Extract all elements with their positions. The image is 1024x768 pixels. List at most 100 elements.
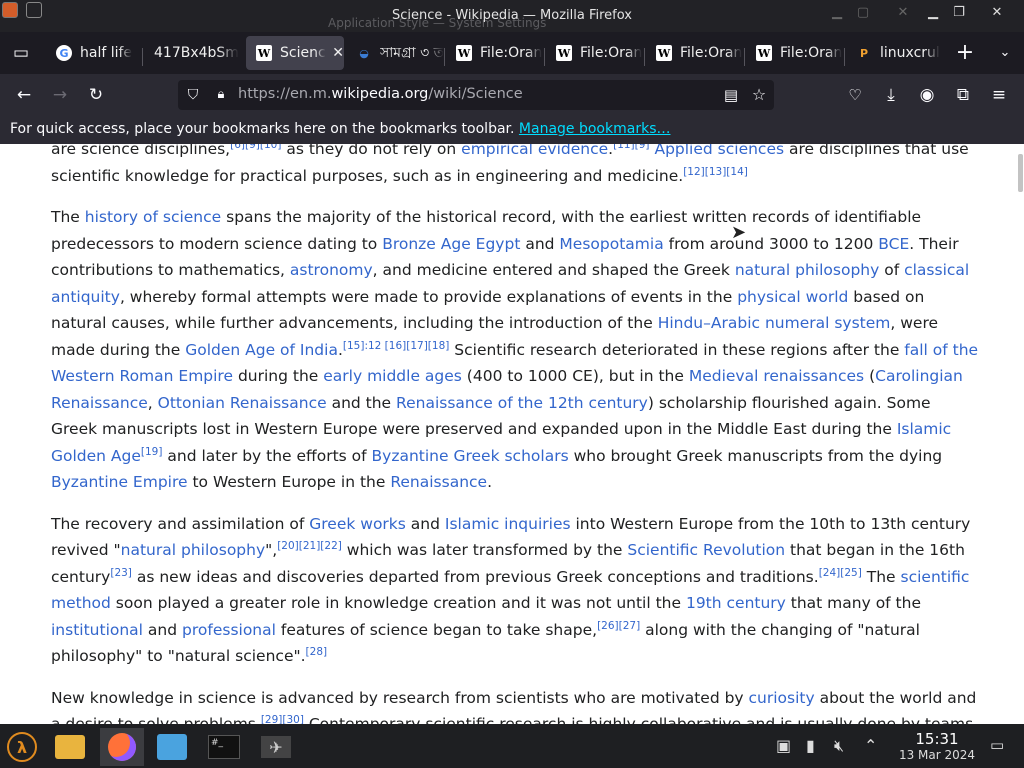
list-all-tabs-icon[interactable]: ⌄ [990,38,1020,68]
article-link[interactable]: empirical evidence [461,144,608,158]
citation-link[interactable]: [26][27] [597,619,640,631]
shield-icon[interactable]: ⛉ [178,80,208,110]
maximize-button[interactable]: ❐ [948,3,970,23]
paragraph-1: are science disciplines,[6][9][10] as th… [51,144,981,189]
terminal-icon[interactable]: #_ [202,728,246,766]
article-link[interactable]: institutional [51,621,143,639]
back-button[interactable]: ← [9,80,39,110]
tab-5[interactable]: W File:Oran [546,36,644,70]
citation-link[interactable]: [6][9][10] [230,144,281,151]
citation-link[interactable]: [20][21][22] [277,540,342,552]
article-link[interactable]: professional [182,621,276,639]
tab-6[interactable]: W File:Oran [646,36,744,70]
tab-8[interactable]: Plinuxcrul [846,36,944,70]
article-link[interactable]: history of science [85,208,221,226]
tray-expand-icon[interactable]: ⌃ [864,736,877,755]
minimize-button[interactable]: ▁ [922,3,944,23]
reader-view-icon[interactable]: ▤ [716,80,746,110]
bg-close-icon: ✕ [897,5,909,20]
citation-link[interactable]: [29][30] [261,714,304,724]
article-text: that many of the [785,594,921,612]
pocket-icon[interactable]: ♡ [840,80,870,110]
battery-icon[interactable]: ▮ [806,736,815,755]
half-life-icon[interactable]: λ [0,728,44,766]
close-tab-icon[interactable]: ✕ [332,45,344,61]
reload-button[interactable]: ↻ [81,80,111,110]
tab-3[interactable]: ◒ সামগ্রা ৩ ত [346,36,444,70]
article-link[interactable]: astronomy [290,261,373,279]
firefox-view-icon[interactable]: ▭ [6,38,36,68]
citation-link[interactable]: [11][9] [613,144,649,151]
bg-maximize-icon: ▢ [856,5,870,20]
article-link[interactable]: Renaissance of the 12th century [396,394,648,412]
page-content[interactable]: are science disciplines,[6][9][10] as th… [0,144,1024,724]
article-link[interactable]: Greek works [309,515,406,533]
lock-icon[interactable]: 🔒︎ [206,80,236,110]
citation-link[interactable]: [19] [141,445,163,457]
article-text: who brought Greek manuscripts from the d… [568,446,943,465]
article-link[interactable]: physical world [737,288,848,306]
tab-2[interactable]: W Science ✕ [246,36,344,70]
new-tab-button[interactable]: + [950,38,980,68]
article-link[interactable]: 19th century [686,594,786,612]
clipboard-icon[interactable]: ▣ [776,736,791,755]
article-text: as they do not rely on [281,144,462,158]
tab-separator [744,48,745,66]
article-link[interactable]: Byzantine Empire [51,473,188,491]
game-icon[interactable]: ✈ [254,728,298,766]
citation-link[interactable]: [12][13][14] [683,165,748,177]
system-settings-icon[interactable] [150,728,194,766]
menu-icon[interactable]: ≡ [984,80,1014,110]
article-link[interactable]: natural philosophy [735,261,879,279]
url-text[interactable]: https://en.m.wikipedia.org/wiki/Science [238,86,523,102]
forward-button[interactable]: → [45,80,75,110]
show-desktop-icon[interactable]: ▭ [990,736,1004,754]
article-text: ( [864,367,876,385]
google-icon: G [56,45,72,61]
article-link[interactable]: Mesopotamia [559,235,663,253]
clock-time: 15:31 [915,730,959,748]
citation-link[interactable]: [15]:12 [16][17][18] [343,339,449,351]
citation-link[interactable]: [23] [110,566,132,578]
article-link[interactable]: Ottonian Renaissance [158,394,327,412]
citation: [15]:12 [16][17][18] [343,339,449,351]
tab-4[interactable]: W File:Oran [446,36,544,70]
article-link[interactable]: early middle ages [323,367,462,385]
tab-label: সামগ্রা ৩ ত [380,45,444,61]
account-icon[interactable]: ◉ [912,80,942,110]
volume-muted-icon[interactable]: 🔇︎ [834,736,844,756]
tab-0[interactable]: Ghalf life [46,36,144,70]
close-window-button[interactable]: ✕ [986,3,1008,23]
article-link[interactable]: Medieval renaissances [689,367,864,385]
mouse-cursor-icon: ➤ [731,222,747,243]
article-link[interactable]: Bronze Age Egypt [382,235,520,253]
article-link[interactable]: Golden Age of India [185,341,338,359]
article-link[interactable]: natural philosophy [121,541,265,559]
scrollbar[interactable] [1018,154,1023,192]
extensions-icon[interactable]: ⧉ [948,80,978,110]
tab-1[interactable]: 417Bx4bSm [144,36,242,70]
downloads-icon[interactable]: ⤓ [876,80,906,110]
tab-7[interactable]: W File:Oran [746,36,844,70]
url-bar[interactable]: ⛉ 🔒︎ https://en.m.wikipedia.org/wiki/Sci… [178,80,774,110]
article-link[interactable]: Hindu–Arabic numeral system [658,314,891,332]
article-text: Scientific research deteriorated in thes… [449,340,905,359]
tab-label: File:Oran [680,45,743,61]
article-link[interactable]: Scientific Revolution [627,541,785,559]
tab-separator [544,48,545,66]
bookmark-star-icon[interactable]: ☆ [744,80,774,110]
manage-bookmarks-link[interactable]: Manage bookmarks… [519,121,671,137]
file-manager-icon[interactable] [48,728,92,766]
clock[interactable]: 15:31 13 Mar 2024 [892,731,982,763]
article-link[interactable]: Islamic inquiries [445,515,571,533]
article-link[interactable]: BCE [878,235,909,253]
article-body: are science disciplines,[6][9][10] as th… [51,144,981,724]
article-link[interactable]: Byzantine Greek scholars [372,447,569,465]
article-link[interactable]: curiosity [749,689,815,707]
article-link[interactable]: Applied sciences [654,144,784,158]
citation-link[interactable]: [24][25] [819,566,862,578]
article-text: as new ideas and discoveries departed fr… [131,567,819,586]
firefox-icon[interactable] [100,728,144,766]
article-link[interactable]: Renaissance [390,473,487,491]
citation-link[interactable]: [28] [306,646,328,658]
